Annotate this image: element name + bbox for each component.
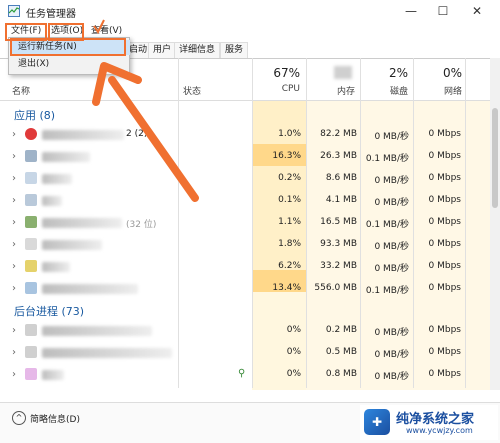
watermark-logo-icon: ✚ bbox=[364, 409, 390, 435]
watermark-url: www.ycwjzy.com bbox=[406, 426, 473, 435]
annotation-arrow bbox=[92, 19, 199, 202]
arrow-shaft bbox=[108, 76, 199, 202]
check-mark bbox=[93, 19, 105, 34]
watermark-title: 纯净系统之家 bbox=[396, 412, 475, 427]
watermark: ✚ 纯净系统之家 www.ycwjzy.com bbox=[360, 405, 498, 440]
